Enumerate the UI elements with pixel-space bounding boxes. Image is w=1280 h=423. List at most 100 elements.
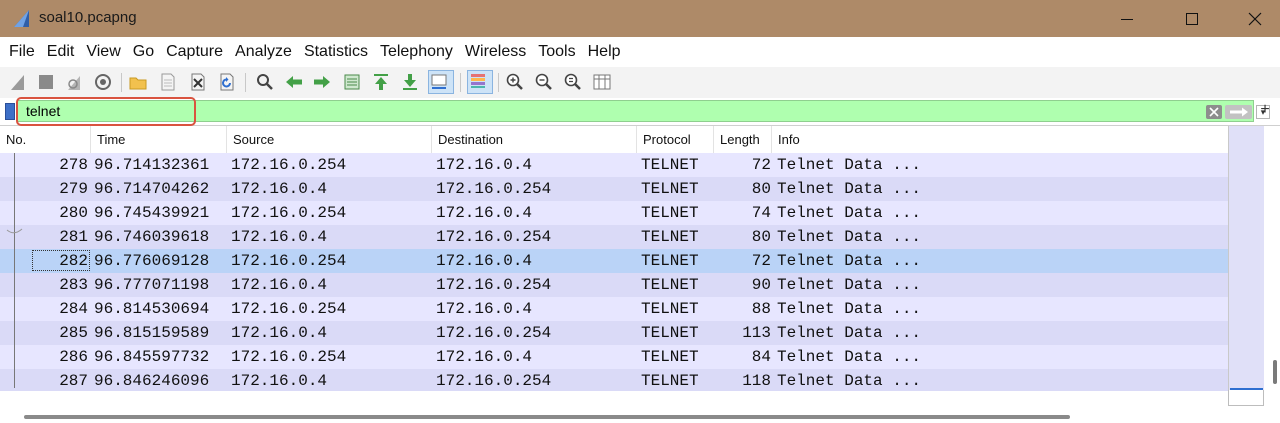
packet-destination: 172.16.0.4 — [436, 300, 533, 318]
packet-protocol: TELNET — [641, 204, 699, 222]
colorize-icon[interactable] — [467, 70, 493, 94]
vertical-scrollbar-thumb[interactable] — [1273, 360, 1277, 384]
find-packet-icon[interactable] — [255, 72, 275, 92]
packet-info: Telnet Data ... — [777, 252, 922, 270]
go-to-packet-icon[interactable] — [342, 72, 362, 92]
packet-length: 74 — [751, 204, 771, 222]
packet-destination: 172.16.0.254 — [436, 228, 552, 246]
packet-row[interactable]: 279 96.714704262 172.16.0.4 172.16.0.254… — [0, 177, 1228, 201]
close-file-icon[interactable] — [188, 72, 208, 92]
packet-source: 172.16.0.254 — [231, 300, 347, 318]
toolbar-separator — [121, 73, 122, 92]
packet-row[interactable]: 281 96.746039618 172.16.0.4 172.16.0.254… — [0, 225, 1228, 249]
packet-list-footer — [0, 391, 1228, 407]
add-filter-button[interactable]: + — [1258, 100, 1272, 120]
start-capture-icon[interactable] — [8, 72, 28, 92]
menu-go[interactable]: Go — [127, 37, 160, 67]
packet-row[interactable]: 286 96.845597732 172.16.0.254 172.16.0.4… — [0, 345, 1228, 369]
menu-telephony[interactable]: Telephony — [374, 37, 459, 67]
minimap-selected-marker — [1230, 388, 1263, 390]
go-forward-icon[interactable] — [312, 72, 332, 92]
packet-protocol: TELNET — [641, 324, 699, 342]
save-file-icon[interactable] — [158, 72, 178, 92]
packet-protocol: TELNET — [641, 276, 699, 294]
packet-time: 96.845597732 — [94, 348, 210, 366]
filter-bookmark-icon[interactable] — [5, 103, 15, 120]
menu-file[interactable]: File — [3, 37, 41, 67]
menu-edit[interactable]: Edit — [41, 37, 81, 67]
packet-destination: 172.16.0.4 — [436, 204, 533, 222]
go-last-icon[interactable] — [400, 72, 420, 92]
resize-columns-icon[interactable] — [592, 72, 612, 92]
menu-wireless[interactable]: Wireless — [459, 37, 532, 67]
packet-time: 96.777071198 — [94, 276, 210, 294]
packet-time: 96.714132361 — [94, 156, 210, 174]
menu-analyze[interactable]: Analyze — [229, 37, 298, 67]
packet-time: 96.776069128 — [94, 252, 210, 270]
packet-protocol: TELNET — [641, 228, 699, 246]
packet-source: 172.16.0.4 — [231, 324, 328, 342]
toolbar-separator — [460, 73, 461, 92]
close-button[interactable] — [1232, 0, 1278, 37]
display-filter-field[interactable]: ▾ — [17, 100, 1270, 122]
packet-list: 278 96.714132361 172.16.0.254 172.16.0.4… — [0, 153, 1228, 391]
packet-info: Telnet Data ... — [777, 156, 922, 174]
column-header-source[interactable]: Source — [227, 126, 432, 153]
go-back-icon[interactable] — [284, 72, 304, 92]
clear-filter-icon[interactable] — [1206, 105, 1222, 119]
wireshark-fin-icon — [12, 8, 32, 28]
packet-length: 84 — [751, 348, 771, 366]
related-packet-tick-icon — [6, 228, 23, 234]
stop-capture-icon[interactable] — [36, 72, 56, 92]
packet-row[interactable]: 287 96.846246096 172.16.0.4 172.16.0.254… — [0, 369, 1228, 391]
packet-info: Telnet Data ... — [777, 276, 922, 294]
menu-tools[interactable]: Tools — [532, 37, 581, 67]
packet-list-minimap[interactable] — [1228, 126, 1264, 405]
capture-options-icon[interactable] — [93, 72, 113, 92]
normal-size-icon[interactable] — [563, 72, 583, 92]
packet-row[interactable]: 283 96.777071198 172.16.0.4 172.16.0.254… — [0, 273, 1228, 297]
display-filter-bar: ▾ + — [0, 98, 1280, 126]
packet-info: Telnet Data ... — [777, 204, 922, 222]
column-header-length[interactable]: Length — [714, 126, 772, 153]
packet-info: Telnet Data ... — [777, 228, 922, 246]
menu-statistics[interactable]: Statistics — [298, 37, 374, 67]
menu-help[interactable]: Help — [582, 37, 627, 67]
column-header-protocol[interactable]: Protocol — [637, 126, 714, 153]
packet-source: 172.16.0.254 — [231, 156, 347, 174]
zoom-out-icon[interactable] — [534, 72, 554, 92]
column-header-time[interactable]: Time — [91, 126, 227, 153]
maximize-button[interactable] — [1169, 0, 1215, 37]
restart-capture-icon[interactable] — [64, 72, 84, 92]
column-header-destination[interactable]: Destination — [432, 126, 637, 153]
packet-info: Telnet Data ... — [777, 180, 922, 198]
packet-destination: 172.16.0.254 — [436, 372, 552, 390]
packet-destination: 172.16.0.254 — [436, 324, 552, 342]
packet-time: 96.745439921 — [94, 204, 210, 222]
go-first-icon[interactable] — [371, 72, 391, 92]
packet-row[interactable]: 280 96.745439921 172.16.0.254 172.16.0.4… — [0, 201, 1228, 225]
packet-protocol: TELNET — [641, 156, 699, 174]
packet-row-selected[interactable]: 282 96.776069128 172.16.0.254 172.16.0.4… — [0, 249, 1228, 273]
column-header-no[interactable]: No. — [0, 126, 91, 153]
packet-info: Telnet Data ... — [777, 300, 922, 318]
reload-file-icon[interactable] — [217, 72, 237, 92]
packet-row[interactable]: 278 96.714132361 172.16.0.254 172.16.0.4… — [0, 153, 1228, 177]
packet-source: 172.16.0.4 — [231, 180, 328, 198]
display-filter-input[interactable] — [26, 101, 926, 121]
packet-row[interactable]: 285 96.815159589 172.16.0.4 172.16.0.254… — [0, 321, 1228, 345]
zoom-in-icon[interactable] — [505, 72, 525, 92]
apply-filter-icon[interactable] — [1225, 105, 1252, 119]
horizontal-scrollbar-thumb[interactable] — [24, 415, 1070, 419]
menu-capture[interactable]: Capture — [160, 37, 229, 67]
auto-scroll-icon[interactable] — [428, 70, 454, 94]
column-header-info[interactable]: Info — [772, 126, 1228, 153]
packet-source: 172.16.0.4 — [231, 228, 328, 246]
minimize-icon — [1121, 18, 1133, 20]
packet-row[interactable]: 284 96.814530694 172.16.0.254 172.16.0.4… — [0, 297, 1228, 321]
open-file-icon[interactable] — [128, 72, 148, 92]
minimize-button[interactable] — [1104, 0, 1150, 37]
menu-view[interactable]: View — [80, 37, 126, 67]
packet-time: 96.846246096 — [94, 372, 210, 390]
related-packets-line — [14, 153, 15, 388]
